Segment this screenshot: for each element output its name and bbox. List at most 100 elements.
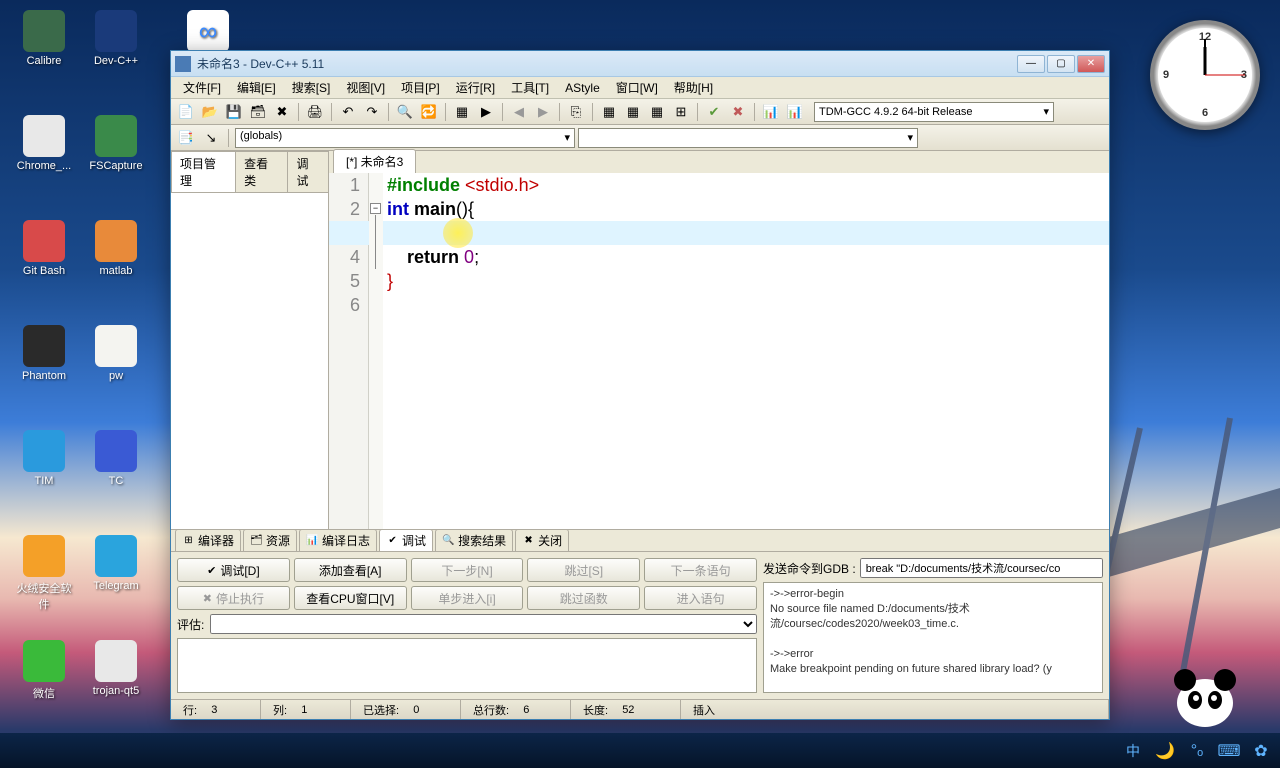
- undo-button[interactable]: ↶: [337, 101, 359, 123]
- moon-icon[interactable]: 🌙: [1154, 740, 1176, 762]
- fold-gutter[interactable]: −: [369, 173, 383, 529]
- code-line-1[interactable]: #include <stdio.h>: [387, 173, 1109, 197]
- bookmark-button[interactable]: 📑: [175, 127, 197, 149]
- desktop-icon-phantom[interactable]: Phantom: [14, 325, 74, 382]
- code-line-3[interactable]: [387, 221, 1109, 245]
- maximize-button[interactable]: ▢: [1047, 55, 1075, 73]
- menu-astyle[interactable]: AStyle: [557, 79, 608, 97]
- debug-btn-添加查看[interactable]: 添加查看[A]: [294, 558, 407, 582]
- minimize-button[interactable]: —: [1017, 55, 1045, 73]
- bottom-tab-资源[interactable]: 🗂资源: [243, 529, 297, 551]
- project-tree[interactable]: [171, 193, 328, 529]
- desktop-icon-pw[interactable]: pw: [86, 325, 146, 382]
- side-tab-1[interactable]: 查看类: [235, 151, 288, 192]
- eval-select[interactable]: [210, 614, 757, 634]
- desktop-icon-tc[interactable]: TC: [86, 430, 146, 487]
- code-editor[interactable]: 123456 − #include <stdio.h>int main(){ r…: [329, 173, 1109, 529]
- desktop-icon--[interactable]: 火绒安全软件: [14, 535, 74, 612]
- save-button[interactable]: 💾: [223, 101, 245, 123]
- desktop-icon-calibre[interactable]: Calibre: [14, 10, 74, 67]
- menu-搜索[interactable]: 搜索[S]: [284, 77, 339, 98]
- desktop-icon-telegram[interactable]: Telegram: [86, 535, 146, 592]
- gdb-input[interactable]: [860, 558, 1103, 578]
- bottom-tab-搜索结果[interactable]: 🔍搜索结果: [435, 529, 513, 551]
- goto-line-button[interactable]: ↘: [200, 127, 222, 149]
- window-title: 未命名3 - Dev-C++ 5.11: [197, 55, 1017, 72]
- menu-编辑[interactable]: 编辑[E]: [229, 77, 284, 98]
- desktop-icon--[interactable]: 微信: [14, 640, 74, 701]
- code-line-5[interactable]: }: [387, 269, 1109, 293]
- menu-工具[interactable]: 工具[T]: [503, 77, 557, 98]
- open-button[interactable]: 📂: [199, 101, 221, 123]
- bottom-tab-编译日志[interactable]: 📊编译日志: [299, 529, 377, 551]
- menu-运行[interactable]: 运行[R]: [448, 77, 503, 98]
- menu-窗口[interactable]: 窗口[W]: [608, 77, 666, 98]
- code-line-2[interactable]: int main(){: [387, 197, 1109, 221]
- side-tab-0[interactable]: 项目管理: [171, 151, 236, 192]
- panda-mascot: [1165, 658, 1245, 728]
- new-file-button[interactable]: 📄: [175, 101, 197, 123]
- grid-button[interactable]: ⊞: [670, 101, 692, 123]
- print-button[interactable]: 🖨: [304, 101, 326, 123]
- bottom-panel: ⊞编译器🗂资源📊编译日志✔调试🔍搜索结果✖关闭 ✔调试[D]添加查看[A]下一步…: [171, 529, 1109, 699]
- compile-run-button[interactable]: ▦: [598, 101, 620, 123]
- taskbar[interactable]: [0, 733, 1280, 768]
- code-line-4[interactable]: return 0;: [387, 245, 1109, 269]
- debug-button[interactable]: ✔: [703, 101, 725, 123]
- system-tray: 中 🌙 °ₒ ⌨ ✿: [1122, 740, 1272, 762]
- symbol-select[interactable]: [578, 128, 918, 148]
- desktop-icon-tim[interactable]: TIM: [14, 430, 74, 487]
- side-tab-2[interactable]: 调试: [287, 151, 329, 192]
- gdb-label: 发送命令到GDB :: [763, 560, 856, 577]
- profile2-button[interactable]: 📊: [784, 101, 806, 123]
- baidu-netdisk-icon[interactable]: ∞: [178, 10, 238, 55]
- ime-indicator[interactable]: 中: [1122, 740, 1144, 762]
- desktop-icon-trojan-qt5[interactable]: trojan-qt5: [86, 640, 146, 697]
- gdb-output[interactable]: ->->error-beginNo source file named D:/d…: [763, 582, 1103, 693]
- desktop-icon-git-bash[interactable]: Git Bash: [14, 220, 74, 277]
- titlebar[interactable]: 未命名3 - Dev-C++ 5.11 — ▢ ✕: [171, 51, 1109, 77]
- close-button[interactable]: ✕: [1077, 55, 1105, 73]
- find-button[interactable]: 🔍: [394, 101, 416, 123]
- menu-帮助[interactable]: 帮助[H]: [666, 77, 721, 98]
- bottom-tab-编译器[interactable]: ⊞编译器: [175, 529, 241, 551]
- globals-select[interactable]: (globals): [235, 128, 575, 148]
- menu-项目[interactable]: 项目[P]: [393, 77, 448, 98]
- compiler-select[interactable]: TDM-GCC 4.9.2 64-bit Release: [814, 102, 1054, 122]
- weather-icon[interactable]: °ₒ: [1186, 740, 1208, 762]
- statusbar: 行: 3 列: 1 已选择: 0 总行数: 6 长度: 52 插入: [171, 699, 1109, 719]
- debug-btn-调试[interactable]: ✔调试[D]: [177, 558, 290, 582]
- save-all-button[interactable]: 🗃: [247, 101, 269, 123]
- rebuild-button[interactable]: ▦: [622, 101, 644, 123]
- debug-btn-查看CPU窗口[interactable]: 查看CPU窗口[V]: [294, 586, 407, 610]
- eval-output[interactable]: [177, 638, 757, 693]
- desktop-icon-dev-c-[interactable]: Dev-C++: [86, 10, 146, 67]
- menu-视图[interactable]: 视图[V]: [338, 77, 393, 98]
- keyboard-icon[interactable]: ⌨: [1218, 740, 1240, 762]
- profile-button[interactable]: 📊: [760, 101, 782, 123]
- bottom-tab-调试[interactable]: ✔调试: [379, 529, 433, 551]
- run-button[interactable]: ▶: [475, 101, 497, 123]
- compile2-button[interactable]: ▦: [646, 101, 668, 123]
- devcpp-window: 未命名3 - Dev-C++ 5.11 — ▢ ✕ 文件[F]编辑[E]搜索[S…: [170, 50, 1110, 720]
- back-button[interactable]: ◀: [508, 101, 530, 123]
- bottom-tab-关闭[interactable]: ✖关闭: [515, 529, 569, 551]
- close-file-button[interactable]: ✖: [271, 101, 293, 123]
- code-line-6[interactable]: [387, 293, 1109, 317]
- forward-button[interactable]: ▶: [532, 101, 554, 123]
- desktop-icon-chrome-[interactable]: Chrome_...: [14, 115, 74, 172]
- redo-button[interactable]: ↷: [361, 101, 383, 123]
- goto-button[interactable]: ⎘: [565, 101, 587, 123]
- replace-button[interactable]: 🔁: [418, 101, 440, 123]
- menu-文件[interactable]: 文件[F]: [175, 77, 229, 98]
- clock-widget: 12 6 9 3: [1150, 20, 1260, 130]
- compile-button[interactable]: ▦: [451, 101, 473, 123]
- file-tab[interactable]: [*] 未命名3: [333, 149, 416, 173]
- debug-btn-跳过函数: 跳过函数: [527, 586, 640, 610]
- stop-debug-button[interactable]: ✖: [727, 101, 749, 123]
- side-panel: 项目管理查看类调试: [171, 151, 329, 529]
- desktop-icon-matlab[interactable]: matlab: [86, 220, 146, 277]
- debug-btn-下一条语句: 下一条语句: [644, 558, 757, 582]
- settings-icon[interactable]: ✿: [1250, 740, 1272, 762]
- desktop-icon-fscapture[interactable]: FSCapture: [86, 115, 146, 172]
